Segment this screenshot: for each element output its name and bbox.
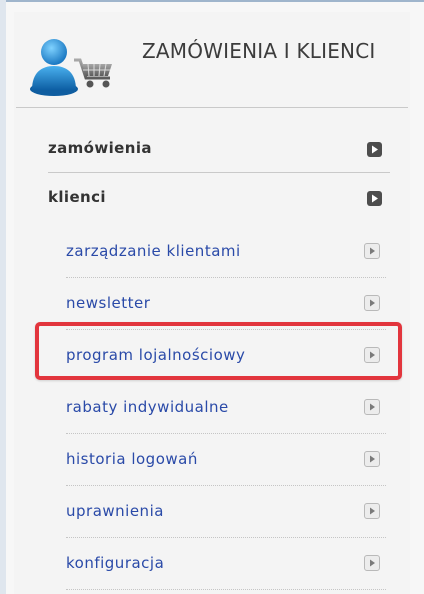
submenu-item-zarzadzanie-klientami[interactable]: zarządzanie klientami [66, 226, 386, 278]
play-arrow-icon[interactable] [364, 503, 380, 519]
user-cart-icon [30, 34, 118, 96]
play-arrow-icon[interactable] [364, 555, 380, 571]
play-arrow-icon[interactable] [364, 399, 380, 415]
section-label: zamówienia [48, 139, 152, 157]
section-zamowienia[interactable]: zamówienia [48, 129, 390, 173]
play-arrow-icon[interactable] [364, 451, 380, 467]
highlight-box [35, 322, 402, 380]
menu-header: ZAMÓWIENIA I KLIENCI [18, 24, 408, 109]
submenu-item-label[interactable]: konfiguracja [66, 554, 164, 572]
submenu-item-historia-logowan[interactable]: historia logowań [66, 434, 386, 486]
submenu-item-label[interactable]: uprawnienia [66, 502, 164, 520]
item-divider [66, 589, 386, 590]
square-arrow-icon[interactable] [367, 142, 382, 157]
submenu-item-label[interactable]: rabaty indywidualne [66, 398, 229, 416]
header-divider [16, 107, 408, 108]
submenu-item-label[interactable]: historia logowań [66, 450, 198, 468]
section-label: klienci [48, 188, 106, 206]
submenu-item-label[interactable]: zarządzanie klientami [66, 242, 241, 260]
play-arrow-icon[interactable] [364, 243, 380, 259]
square-arrow-icon[interactable] [367, 191, 382, 206]
submenu-item-uprawnienia[interactable]: uprawnienia [66, 486, 386, 538]
section-divider [48, 172, 390, 173]
submenu-item-konfiguracja[interactable]: konfiguracja [66, 538, 386, 590]
section-klienci[interactable]: klienci [48, 178, 390, 222]
menu-title: ZAMÓWIENIA I KLIENCI [142, 39, 376, 63]
submenu-item-label[interactable]: newsletter [66, 294, 150, 312]
submenu-item-rabaty-indywidualne[interactable]: rabaty indywidualne [66, 382, 386, 434]
play-arrow-icon[interactable] [364, 295, 380, 311]
